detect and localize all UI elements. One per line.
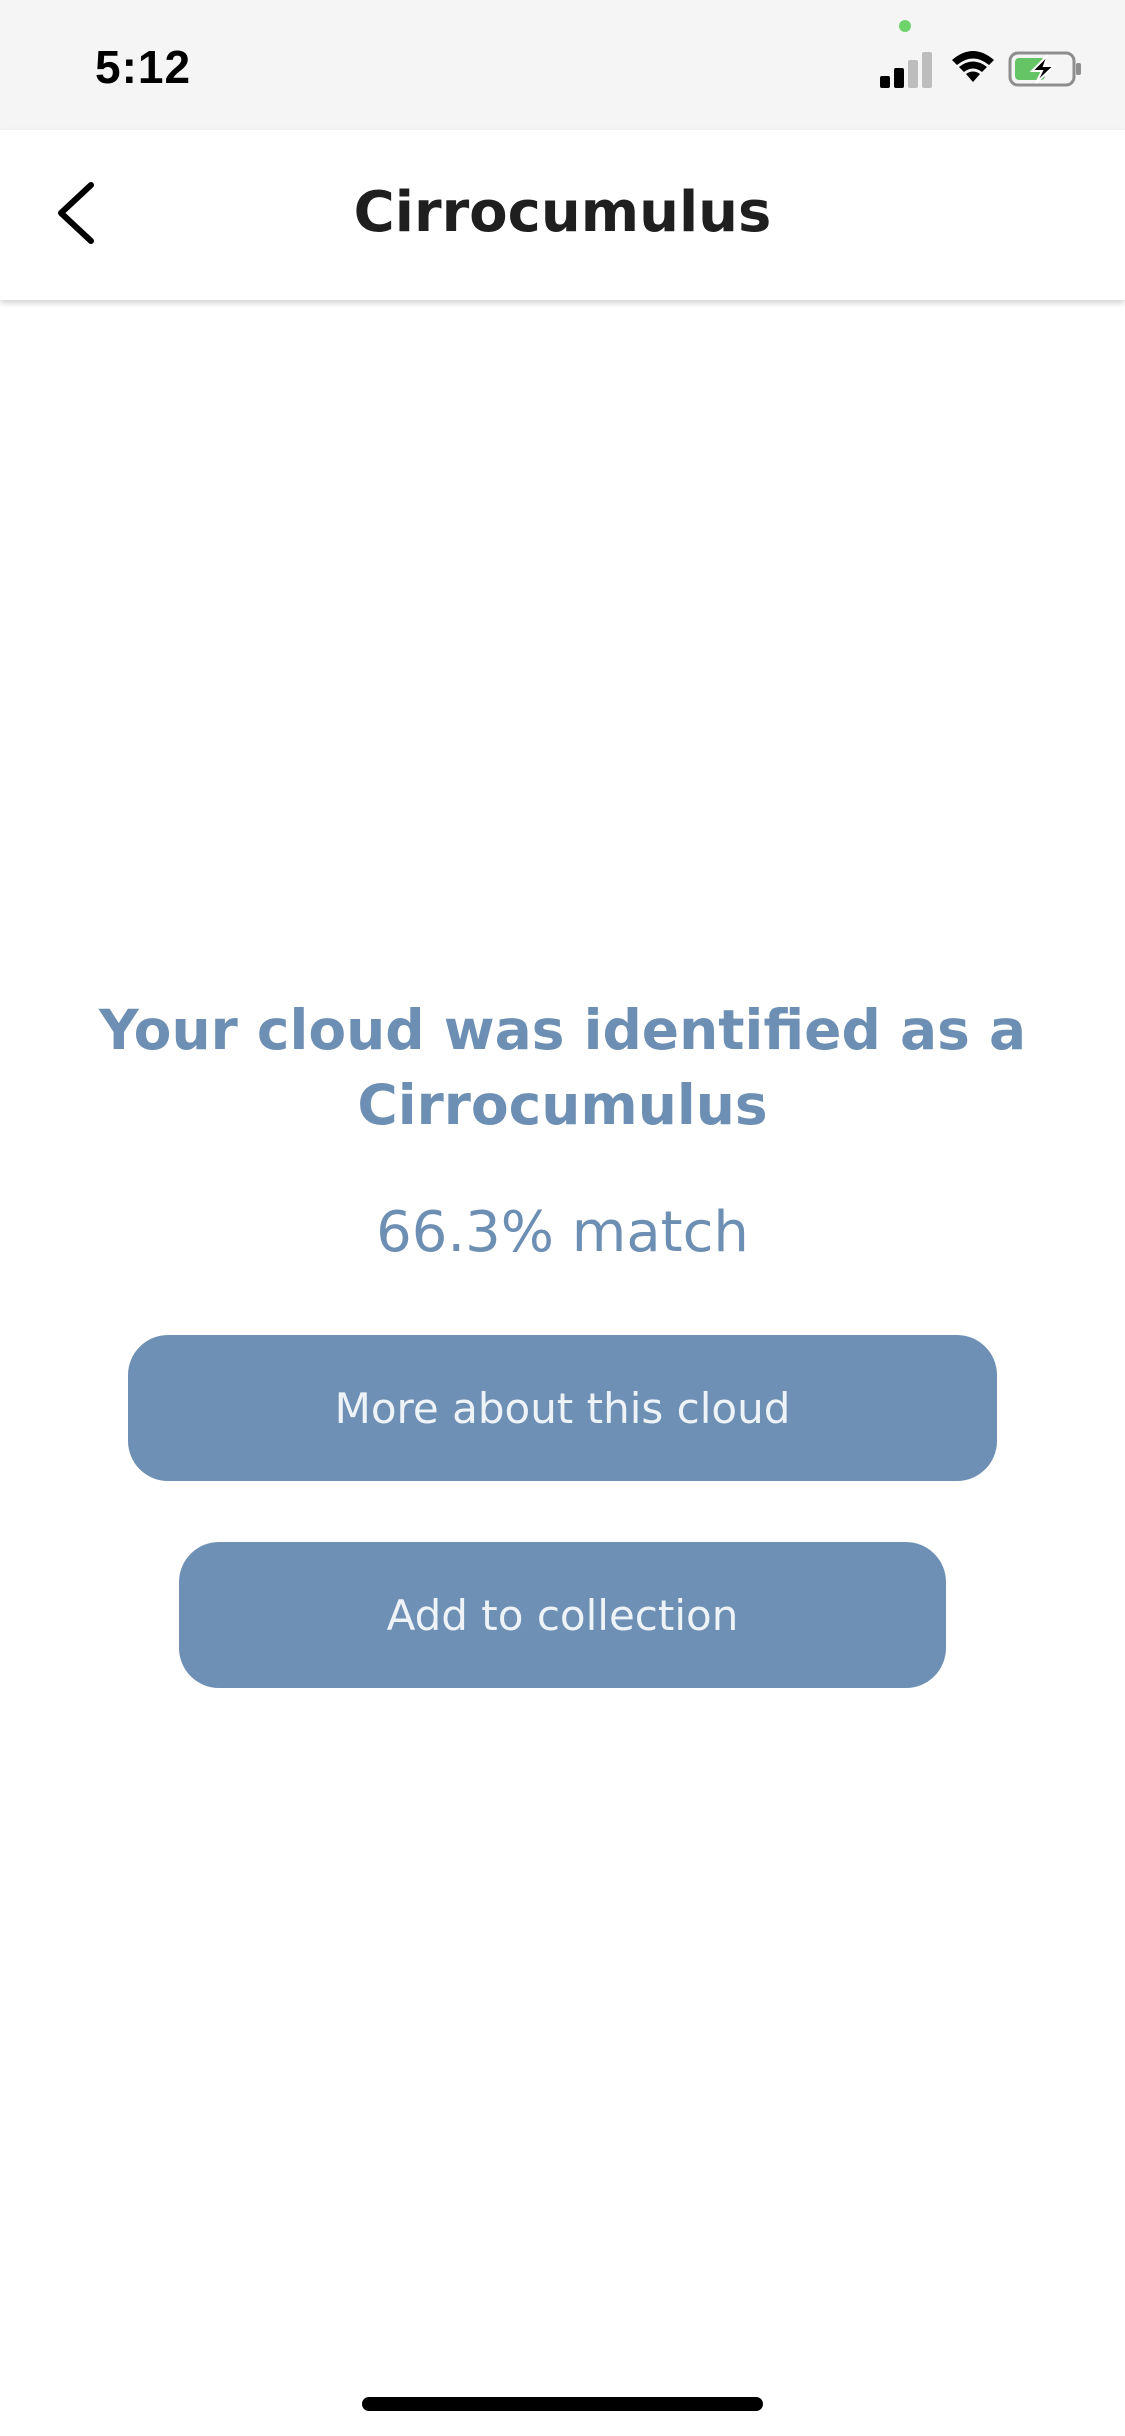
add-to-collection-label: Add to collection <box>386 1590 739 1640</box>
wifi-icon <box>950 48 996 88</box>
more-about-cloud-button[interactable]: More about this cloud <box>128 1335 997 1481</box>
add-to-collection-button[interactable]: Add to collection <box>179 1542 946 1688</box>
identification-heading: Your cloud was identified as a Cirrocumu… <box>98 998 1027 1137</box>
result-content: Your cloud was identified as a Cirrocumu… <box>0 300 1125 2436</box>
privacy-indicator-dot <box>899 20 911 32</box>
match-percentage: 66.3% match <box>376 1200 749 1265</box>
more-about-cloud-label: More about this cloud <box>334 1383 791 1433</box>
status-bar: 5:12 <box>0 0 1125 130</box>
status-time: 5:12 <box>95 41 192 93</box>
back-button[interactable] <box>30 170 120 260</box>
cellular-signal-icon <box>880 52 936 88</box>
chevron-left-icon <box>53 181 97 249</box>
navigation-bar: Cirrocumulus <box>0 130 1125 300</box>
cloud-result-screen: 5:12 Cirrocumulus Your cloud was identif… <box>0 0 1125 2436</box>
home-indicator[interactable] <box>362 2397 763 2411</box>
battery-charging-icon <box>1008 50 1084 88</box>
page-title: Cirrocumulus <box>353 180 772 245</box>
